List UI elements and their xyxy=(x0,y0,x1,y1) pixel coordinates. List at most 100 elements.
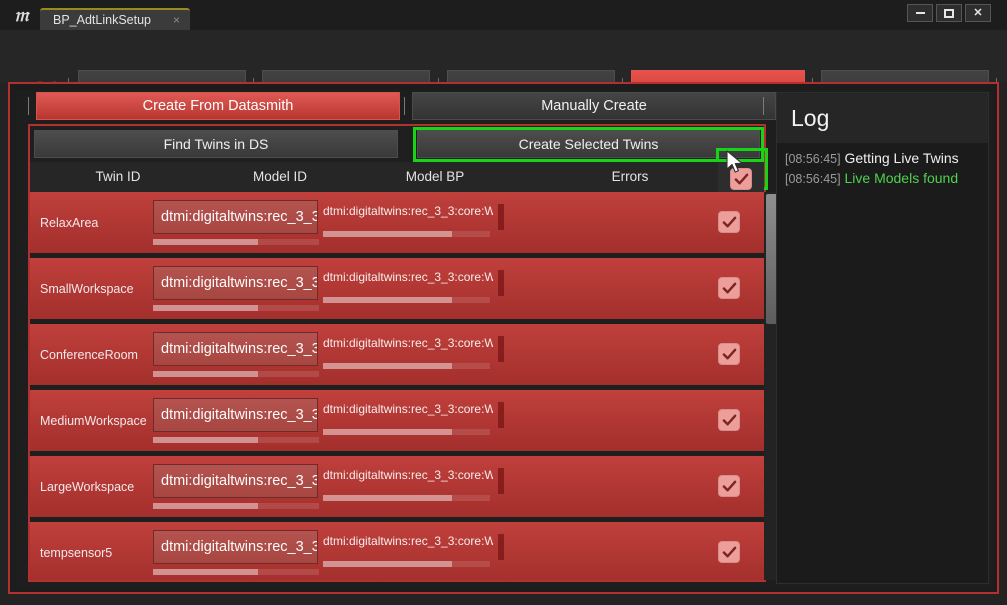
create-selected-twins-label: Create Selected Twins xyxy=(518,136,659,152)
log-title: Log xyxy=(791,104,830,131)
table-row[interactable]: tempsensor5 dtmi:digitaltwins:rec_3_3 dtmi… xyxy=(30,522,764,580)
table-row[interactable]: MediumWorkspace dtmi:digitaltwins:rec_3_3… xyxy=(30,390,764,451)
log-entries-list: [08:56:45] Getting Live Twins [08:56:45] … xyxy=(777,145,988,190)
title-bar: 𝔪 BP_AdtLinkSetup × ✕ xyxy=(0,0,1007,31)
log-timestamp: [08:56:45] xyxy=(785,152,841,166)
log-message: Live Models found xyxy=(844,170,959,186)
model-bp-horizontal-scrollbar[interactable] xyxy=(323,561,490,567)
row-checkbox[interactable] xyxy=(718,277,740,299)
row-checkbox[interactable] xyxy=(718,409,740,431)
scrollbar-thumb[interactable] xyxy=(323,297,452,303)
row-select-cell[interactable] xyxy=(718,541,740,563)
model-bp-horizontal-scrollbar[interactable] xyxy=(323,495,490,501)
model-id-input[interactable]: dtmi:digitaltwins:rec_3_3 xyxy=(153,530,318,564)
table-column-headers: Twin ID Model ID Model BP Errors xyxy=(30,162,764,196)
application-window: 𝔪 BP_AdtLinkSetup × ✕ wsp Connection Cre… xyxy=(0,0,1007,605)
subtab-create-from-datasmith[interactable]: Create From Datasmith xyxy=(36,92,400,120)
row-checkbox[interactable] xyxy=(718,211,740,233)
row-checkbox[interactable] xyxy=(718,343,740,365)
model-bp-vertical-scrollbar[interactable] xyxy=(498,534,504,560)
twins-rows-viewport[interactable]: RelaxArea dtmi:digitaltwins:rec_3_3 dtmi:d… xyxy=(30,192,764,580)
scrollbar-thumb[interactable] xyxy=(153,437,258,443)
check-icon xyxy=(722,480,736,491)
create-selected-twins-button[interactable]: Create Selected Twins xyxy=(417,130,760,158)
scrollbar-thumb[interactable] xyxy=(153,239,258,245)
model-id-horizontal-scrollbar[interactable] xyxy=(153,437,319,443)
subtab-label: Create From Datasmith xyxy=(142,98,294,114)
row-select-cell[interactable] xyxy=(718,211,740,233)
column-header-model-id: Model ID xyxy=(252,169,308,184)
select-all-cell[interactable] xyxy=(718,162,764,196)
model-id-input[interactable]: dtmi:digitaltwins:rec_3_3 xyxy=(153,464,318,498)
subtab-divider xyxy=(404,97,405,115)
subtab-divider xyxy=(763,97,764,115)
log-panel: Log [08:56:45] Getting Live Twins [08:56:… xyxy=(776,92,989,584)
model-bp-input[interactable]: dtmi:digitaltwins:rec_3_3:core:W xyxy=(323,402,493,424)
check-icon xyxy=(722,348,736,359)
check-icon xyxy=(734,173,748,184)
content-frame: Create From Datasmith Manually Create Fi… xyxy=(8,82,999,594)
model-bp-vertical-scrollbar[interactable] xyxy=(498,402,504,428)
model-bp-input[interactable]: dtmi:digitaltwins:rec_3_3:core:W xyxy=(323,534,493,556)
row-select-cell[interactable] xyxy=(718,475,740,497)
scrollbar-thumb[interactable] xyxy=(153,305,258,311)
check-icon xyxy=(722,414,736,425)
model-bp-vertical-scrollbar[interactable] xyxy=(498,204,504,230)
maximize-button[interactable] xyxy=(936,4,962,22)
subtab-divider xyxy=(28,97,29,115)
minimize-button[interactable] xyxy=(907,4,933,22)
scrollbar-thumb[interactable] xyxy=(153,371,258,377)
close-window-button[interactable]: ✕ xyxy=(965,4,991,22)
log-timestamp: [08:56:45] xyxy=(785,172,841,186)
check-icon xyxy=(722,282,736,293)
model-bp-horizontal-scrollbar[interactable] xyxy=(323,429,490,435)
model-bp-horizontal-scrollbar[interactable] xyxy=(323,297,490,303)
subtab-label: Manually Create xyxy=(541,98,647,114)
table-row[interactable]: LargeWorkspace dtmi:digitaltwins:rec_3_3 d… xyxy=(30,456,764,517)
scrollbar-thumb[interactable] xyxy=(323,363,452,369)
model-id-horizontal-scrollbar[interactable] xyxy=(153,305,319,311)
model-id-input[interactable]: dtmi:digitaltwins:rec_3_3 xyxy=(153,200,318,234)
minimize-icon xyxy=(915,12,925,14)
close-icon[interactable]: × xyxy=(173,13,180,27)
scrollbar-thumb[interactable] xyxy=(323,495,452,501)
log-message: Getting Live Twins xyxy=(844,150,959,166)
model-id-horizontal-scrollbar[interactable] xyxy=(153,569,319,575)
model-id-input[interactable]: dtmi:digitaltwins:rec_3_3 xyxy=(153,266,318,300)
unreal-engine-logo-icon: 𝔪 xyxy=(14,4,28,26)
subtab-manually-create[interactable]: Manually Create xyxy=(412,92,776,120)
row-select-cell[interactable] xyxy=(718,277,740,299)
scrollbar-thumb[interactable] xyxy=(153,569,258,575)
row-checkbox[interactable] xyxy=(718,475,740,497)
scrollbar-thumb[interactable] xyxy=(153,503,258,509)
model-id-horizontal-scrollbar[interactable] xyxy=(153,503,319,509)
model-bp-input[interactable]: dtmi:digitaltwins:rec_3_3:core:W xyxy=(323,336,493,358)
row-select-cell[interactable] xyxy=(718,343,740,365)
scrollbar-thumb[interactable] xyxy=(323,231,452,237)
model-bp-input[interactable]: dtmi:digitaltwins:rec_3_3:core:W xyxy=(323,270,493,292)
row-checkbox[interactable] xyxy=(718,541,740,563)
document-tab-label: BP_AdtLinkSetup xyxy=(53,13,151,27)
select-all-checkbox[interactable] xyxy=(730,168,752,190)
model-bp-vertical-scrollbar[interactable] xyxy=(498,468,504,494)
model-bp-vertical-scrollbar[interactable] xyxy=(498,336,504,362)
twins-table-frame: Find Twins in DS Create Selected Twins T… xyxy=(28,124,778,582)
model-bp-input[interactable]: dtmi:digitaltwins:rec_3_3:core:W xyxy=(323,204,493,226)
model-id-input[interactable]: dtmi:digitaltwins:rec_3_3 xyxy=(153,398,318,432)
find-twins-in-ds-button[interactable]: Find Twins in DS xyxy=(34,130,398,158)
column-header-model-bp: Model BP xyxy=(405,169,465,184)
model-bp-vertical-scrollbar[interactable] xyxy=(498,270,504,296)
scrollbar-thumb[interactable] xyxy=(323,429,452,435)
table-row[interactable]: ConferenceRoom dtmi:digitaltwins:rec_3_3 d… xyxy=(30,324,764,385)
model-bp-input[interactable]: dtmi:digitaltwins:rec_3_3:core:W xyxy=(323,468,493,490)
scrollbar-thumb[interactable] xyxy=(323,561,452,567)
table-row[interactable]: RelaxArea dtmi:digitaltwins:rec_3_3 dtmi:d… xyxy=(30,192,764,253)
row-select-cell[interactable] xyxy=(718,409,740,431)
document-tab-bp-adtlinksetup[interactable]: BP_AdtLinkSetup × xyxy=(40,8,190,31)
table-row[interactable]: SmallWorkspace dtmi:digitaltwins:rec_3_3 d… xyxy=(30,258,764,319)
model-id-horizontal-scrollbar[interactable] xyxy=(153,239,319,245)
model-bp-horizontal-scrollbar[interactable] xyxy=(323,363,490,369)
model-bp-horizontal-scrollbar[interactable] xyxy=(323,231,490,237)
model-id-horizontal-scrollbar[interactable] xyxy=(153,371,319,377)
model-id-input[interactable]: dtmi:digitaltwins:rec_3_3 xyxy=(153,332,318,366)
